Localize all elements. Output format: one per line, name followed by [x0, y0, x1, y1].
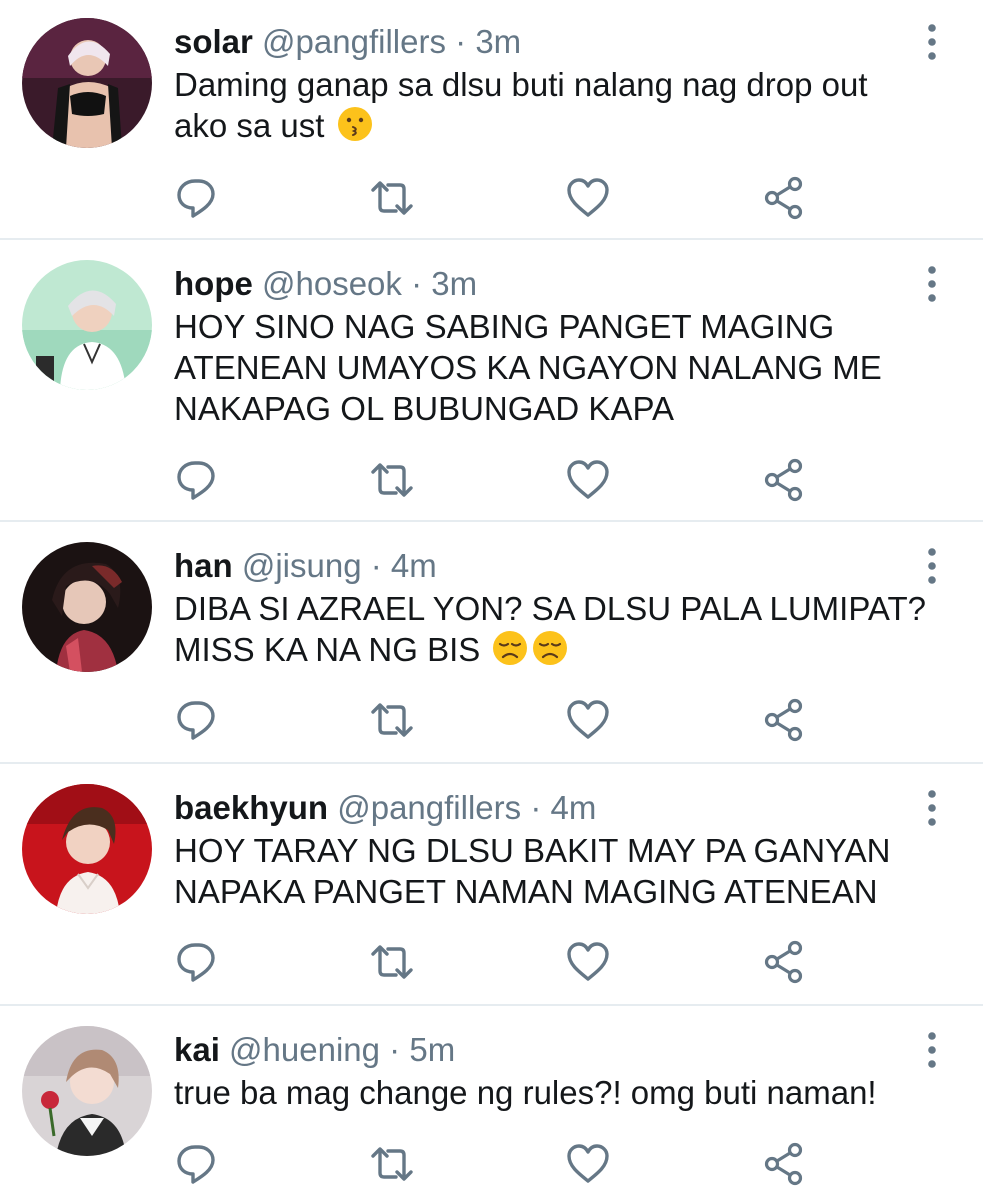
tweet[interactable]: han @jisung · 4m DIBA SI AZRAEL YON? SA …	[0, 522, 983, 764]
separator: ·	[455, 23, 467, 60]
tweet-actions	[0, 176, 983, 220]
retweet-icon[interactable]	[370, 698, 414, 742]
tweet-text-line: HOY TARAY NG DLSU BAKIT MAY PA GANYAN	[174, 832, 891, 869]
tweet-header: kai @huening · 5m	[174, 1030, 455, 1070]
tweet-header: han @jisung · 4m	[174, 546, 437, 586]
separator: ·	[530, 789, 542, 826]
tweet-actions	[0, 1142, 983, 1186]
username[interactable]: @jisung	[242, 547, 362, 584]
share-icon[interactable]	[762, 698, 806, 742]
share-icon[interactable]	[762, 940, 806, 984]
display-name[interactable]: kai	[174, 1031, 220, 1068]
tweet-text-line: Daming ganap sa dlsu buti nalang nag dro…	[174, 66, 868, 103]
avatar[interactable]	[22, 542, 152, 672]
timestamp[interactable]: 5m	[409, 1031, 455, 1068]
tweet-text-line: MISS KA NA NG BIS	[174, 629, 934, 670]
retweet-icon[interactable]	[370, 176, 414, 220]
timestamp[interactable]: 4m	[391, 547, 437, 584]
separator: ·	[389, 1031, 401, 1068]
tweet-text-line: ako sa ust	[174, 105, 934, 146]
tweet-header: hope @hoseok · 3m	[174, 264, 477, 304]
tweet-text-line: NAKAPAG OL BUBUNGAD KAPA	[174, 390, 675, 427]
retweet-icon[interactable]	[370, 940, 414, 984]
display-name[interactable]: han	[174, 547, 233, 584]
share-icon[interactable]	[762, 176, 806, 220]
tweet-text-line: HOY SINO NAG SABING PANGET MAGING	[174, 308, 835, 345]
more-icon[interactable]	[918, 1030, 946, 1070]
like-icon[interactable]	[566, 458, 610, 502]
tweet-text: DIBA SI AZRAEL YON? SA DLSU PALA LUMIPAT…	[174, 588, 934, 670]
disappointed-face-emoji	[491, 629, 529, 667]
separator: ·	[411, 265, 423, 302]
like-icon[interactable]	[566, 176, 610, 220]
display-name[interactable]: hope	[174, 265, 253, 302]
tweet-feed: solar @pangfillers · 3m Daming ganap sa …	[0, 0, 983, 1200]
tweet-text: HOY TARAY NG DLSU BAKIT MAY PA GANYAN NA…	[174, 830, 934, 912]
like-icon[interactable]	[566, 940, 610, 984]
kissing-face-emoji	[336, 105, 374, 143]
avatar[interactable]	[22, 784, 152, 914]
more-icon[interactable]	[918, 546, 946, 586]
tweet-text: HOY SINO NAG SABING PANGET MAGING ATENEA…	[174, 306, 934, 429]
username[interactable]: @pangfillers	[337, 789, 521, 826]
tweet[interactable]: baekhyun @pangfillers · 4m HOY TARAY NG …	[0, 764, 983, 1006]
disappointed-face-emoji	[531, 629, 569, 667]
share-icon[interactable]	[762, 458, 806, 502]
more-icon[interactable]	[918, 22, 946, 62]
tweet-actions	[0, 940, 983, 984]
username[interactable]: @hoseok	[262, 265, 402, 302]
like-icon[interactable]	[566, 1142, 610, 1186]
like-icon[interactable]	[566, 698, 610, 742]
avatar[interactable]	[22, 18, 152, 148]
timestamp[interactable]: 3m	[475, 23, 521, 60]
reply-icon[interactable]	[175, 940, 219, 984]
timestamp[interactable]: 3m	[431, 265, 477, 302]
tweet-actions	[0, 698, 983, 742]
timestamp[interactable]: 4m	[550, 789, 596, 826]
share-icon[interactable]	[762, 1142, 806, 1186]
tweet-actions	[0, 458, 983, 502]
tweet-header: baekhyun @pangfillers · 4m	[174, 788, 596, 828]
tweet[interactable]: hope @hoseok · 3m HOY SINO NAG SABING PA…	[0, 240, 983, 522]
username[interactable]: @pangfillers	[262, 23, 446, 60]
reply-icon[interactable]	[175, 176, 219, 220]
tweet-text-line: DIBA SI AZRAEL YON? SA DLSU PALA LUMIPAT…	[174, 590, 926, 627]
display-name[interactable]: solar	[174, 23, 253, 60]
tweet-text-line: true ba mag change ng rules?! omg buti n…	[174, 1074, 877, 1111]
tweet[interactable]: kai @huening · 5m true ba mag change ng …	[0, 1006, 983, 1200]
reply-icon[interactable]	[175, 458, 219, 502]
tweet-header: solar @pangfillers · 3m	[174, 22, 521, 62]
tweet-text: true ba mag change ng rules?! omg buti n…	[174, 1072, 934, 1113]
retweet-icon[interactable]	[370, 458, 414, 502]
avatar[interactable]	[22, 1026, 152, 1156]
tweet-text: Daming ganap sa dlsu buti nalang nag dro…	[174, 64, 934, 146]
display-name[interactable]: baekhyun	[174, 789, 328, 826]
reply-icon[interactable]	[175, 698, 219, 742]
reply-icon[interactable]	[175, 1142, 219, 1186]
retweet-icon[interactable]	[370, 1142, 414, 1186]
tweet[interactable]: solar @pangfillers · 3m Daming ganap sa …	[0, 0, 983, 240]
username[interactable]: @huening	[229, 1031, 380, 1068]
tweet-text-line: NAPAKA PANGET NAMAN MAGING ATENEAN	[174, 873, 878, 910]
more-icon[interactable]	[918, 264, 946, 304]
separator: ·	[370, 547, 382, 584]
more-icon[interactable]	[918, 788, 946, 828]
avatar[interactable]	[22, 260, 152, 390]
tweet-text-line: ATENEAN UMAYOS KA NGAYON NALANG ME	[174, 349, 882, 386]
